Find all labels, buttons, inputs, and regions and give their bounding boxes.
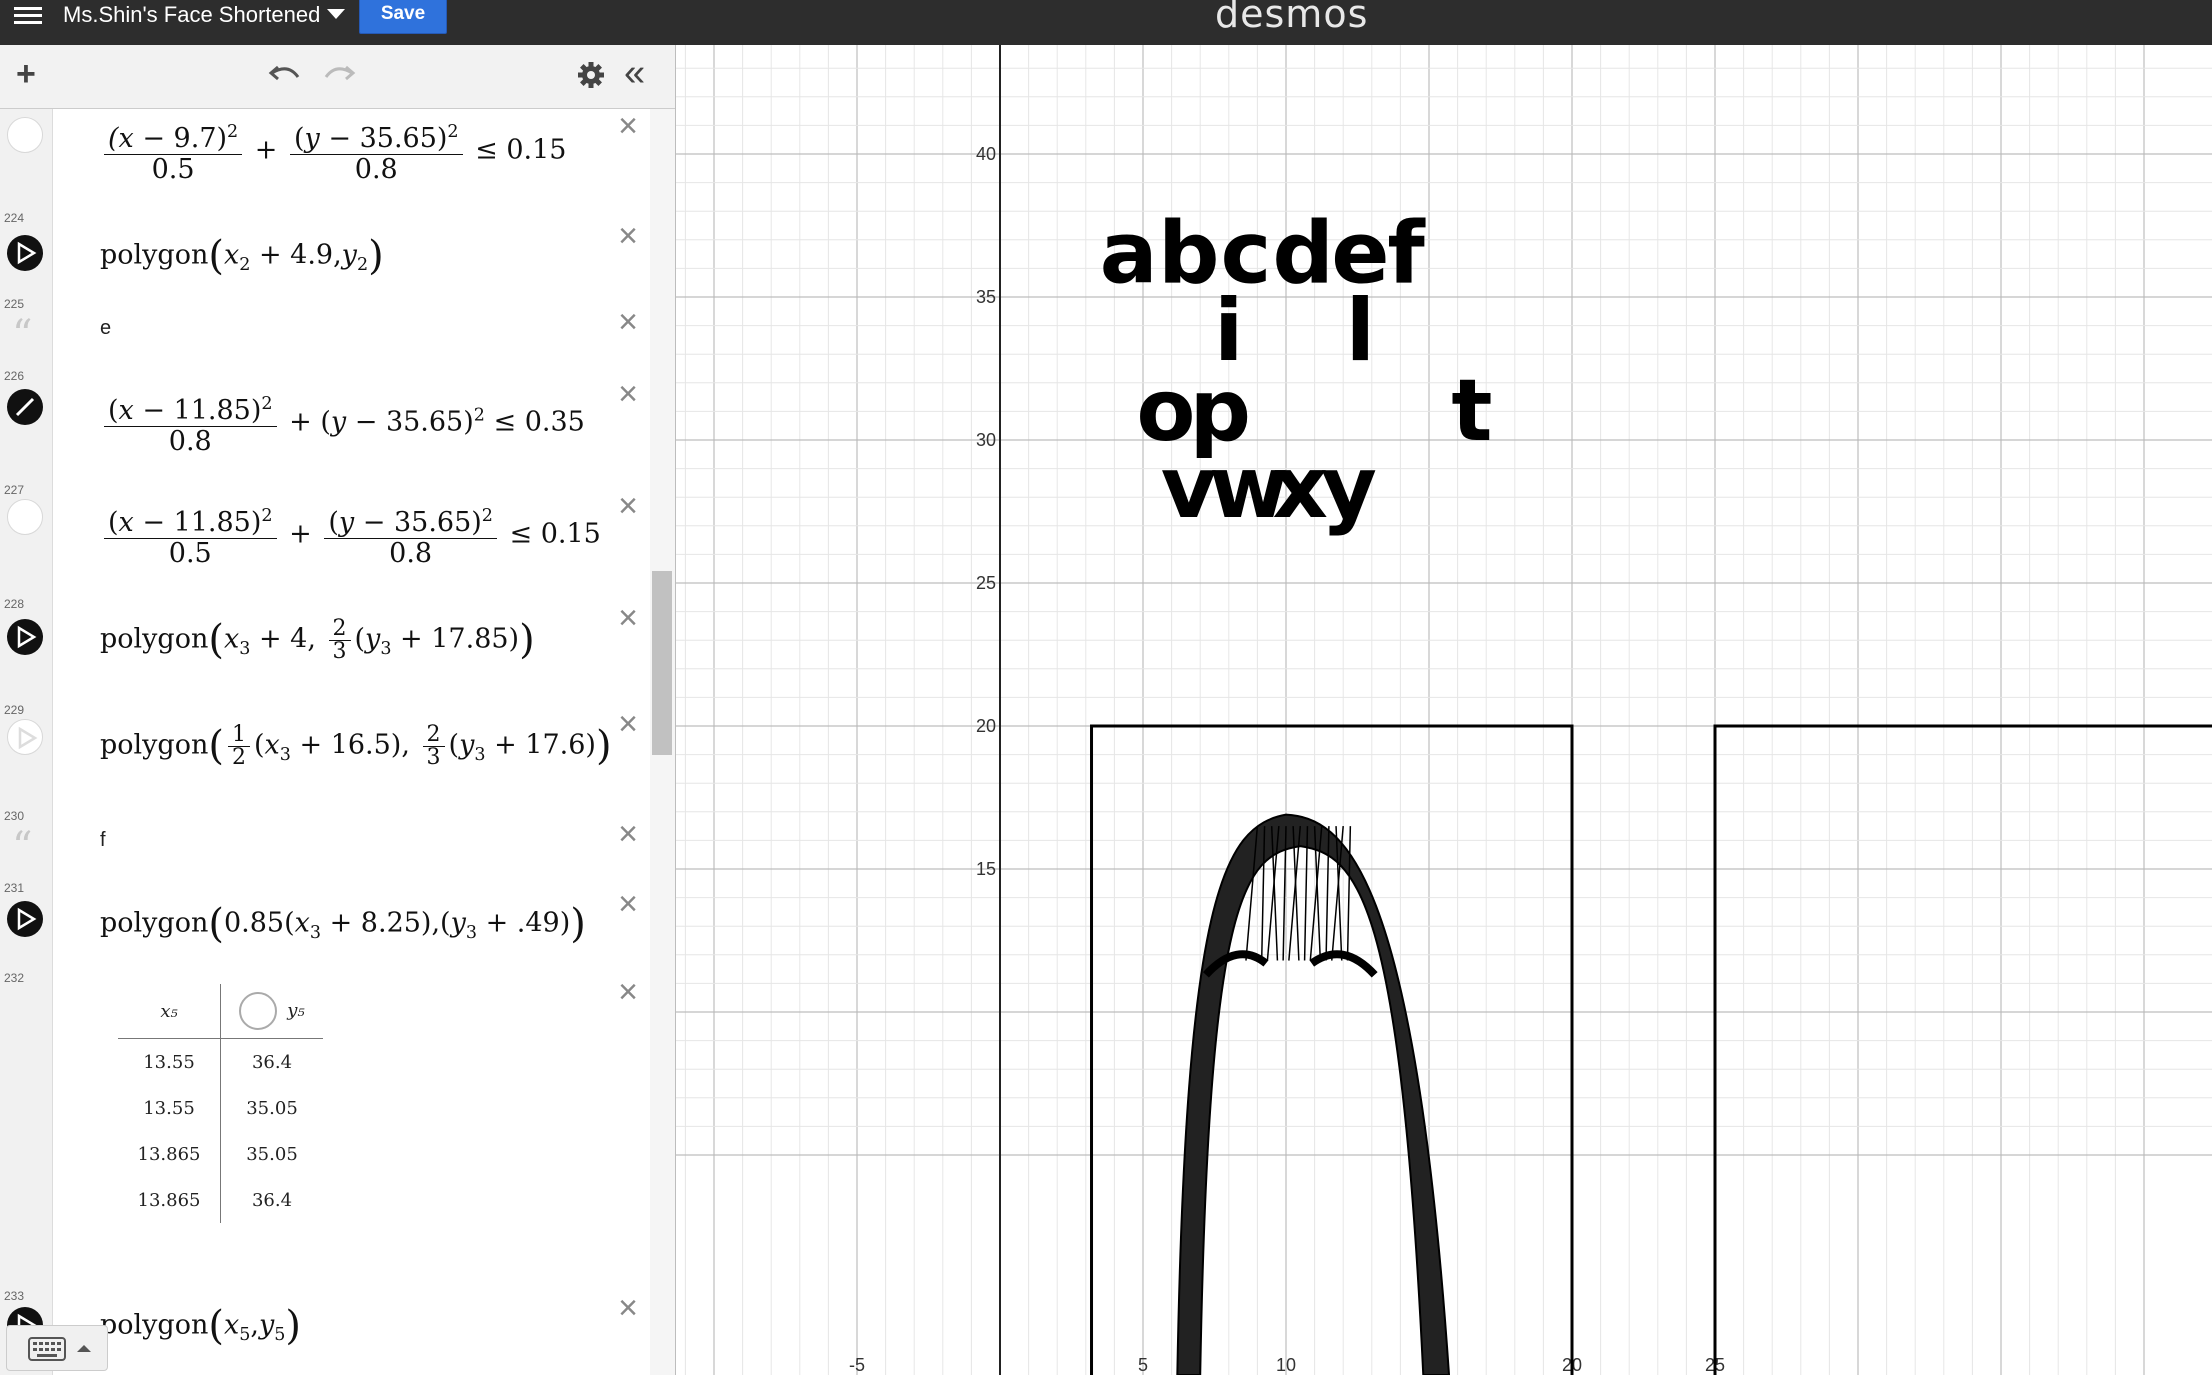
expression-toolbar: + « <box>0 45 675 109</box>
close-icon[interactable]: × <box>618 601 638 635</box>
letter-glyph: y <box>1321 438 1377 538</box>
close-icon[interactable]: × <box>618 887 638 921</box>
table-row[interactable]: 232 x₅ y₅ 13.55 36.4 13.55 35.05 13.865 35.… <box>0 969 650 1288</box>
letter-glyph: f <box>1387 204 1426 304</box>
expression-math[interactable]: polygon(x2 + 4.9,y2) <box>100 233 384 279</box>
letter-glyph: d <box>1272 204 1334 304</box>
graph-canvas[interactable]: 40 35 30 25 20 15 -5 5 10 20 25 a b c d e f i l o p t v w x y <box>676 45 2212 1375</box>
y-tick-label: 15 <box>976 859 996 879</box>
letter-glyph: b <box>1158 204 1220 304</box>
expression-math[interactable]: polygon(x3 + 4, 2 3 (y3 + 17.85)) <box>100 617 535 663</box>
polygon-style-icon[interactable] <box>7 901 43 937</box>
expression-math[interactable]: polygon(0.85(x3 + 8.25),(y3 + .49)) <box>100 901 586 947</box>
graph-svg: 403530252015-5 5 10 20 25a b c defi lop tvwxy <box>676 45 2212 1375</box>
collapse-panel-icon[interactable]: « <box>624 54 645 92</box>
table-cell[interactable]: 35.05 <box>221 1085 324 1131</box>
table-cell[interactable]: 36.4 <box>221 1177 324 1223</box>
close-icon[interactable]: × <box>618 489 638 523</box>
x-tick-label: 10 <box>1276 1355 1296 1375</box>
expression-panel: + « (x − 9.7)2 0.5 + (y − 35.65)2 0.8 ≤ 0.… <box>0 45 676 1375</box>
keyboard-icon <box>28 1337 91 1361</box>
chevron-down-icon[interactable] <box>327 9 345 19</box>
ellipse-style-icon[interactable] <box>7 389 43 425</box>
y-tick-label: 30 <box>976 430 996 450</box>
x-tick-label: -5 <box>849 1355 865 1375</box>
letter-glyph: t <box>1451 361 1492 461</box>
y-tick-label: 25 <box>976 573 996 593</box>
table-cell[interactable]: 13.55 <box>118 1085 221 1131</box>
gear-icon[interactable] <box>577 61 605 95</box>
table-cell[interactable]: 36.4 <box>221 1039 324 1086</box>
expression-row[interactable]: 229 polygon(1 2 (x3 + 16.5), 2 3 (y3 + 17.6)… <box>0 701 650 808</box>
close-icon[interactable]: × <box>618 109 638 143</box>
table-cell[interactable]: 13.55 <box>118 1038 221 1085</box>
scrollbar-thumb[interactable] <box>652 571 672 755</box>
menu-icon[interactable] <box>14 3 42 27</box>
point-style-icon[interactable] <box>239 992 278 1030</box>
letter-glyph: x <box>1273 438 1328 538</box>
expression-list: (x − 9.7)2 0.5 + (y − 35.65)2 0.8 ≤ 0.15 ×… <box>0 109 650 1375</box>
table-header-y5[interactable]: y₅ <box>220 984 323 1039</box>
quote-icon: “ <box>12 824 33 870</box>
graph-title[interactable]: Ms.Shin's Face Shortened <box>63 1 320 29</box>
expression-math[interactable]: polygon(1 2 (x3 + 16.5), 2 3 (y3 + 17.6)) <box>100 723 612 769</box>
top-bar: Ms.Shin's Face Shortened Save desmos <box>0 0 2212 45</box>
table-header-x5[interactable]: x₅ <box>118 984 221 1039</box>
close-icon[interactable]: × <box>618 817 638 851</box>
close-icon[interactable]: × <box>618 305 638 339</box>
frame-rectangle <box>1713 724 2212 1375</box>
y-tick-label: 40 <box>976 144 996 164</box>
hidden-style-icon[interactable] <box>7 499 43 535</box>
expression-math[interactable]: (x − 11.85)2 0.5 + (y − 35.65)2 0.8 ≤ 0.15 <box>100 501 601 569</box>
expression-row[interactable]: (x − 9.7)2 0.5 + (y − 35.65)2 0.8 ≤ 0.15 × <box>0 109 650 210</box>
keyboard-toggle-button[interactable] <box>6 1325 108 1371</box>
note-row[interactable]: 230 “ f × <box>0 807 650 880</box>
undo-icon[interactable] <box>268 59 302 95</box>
hair-shape <box>1176 813 1451 1375</box>
frame-rectangle <box>1090 724 1574 1375</box>
table-cell[interactable]: 13.865 <box>118 1177 221 1223</box>
close-icon[interactable]: × <box>618 707 638 741</box>
polygon-style-icon[interactable] <box>7 235 43 271</box>
expression-row[interactable]: 228 polygon(x3 + 4, 2 3 (y3 + 17.85)) × <box>0 595 650 702</box>
x-tick-label: 5 <box>1138 1355 1148 1375</box>
quote-icon: “ <box>12 312 33 358</box>
desmos-logo: desmos <box>1215 0 1369 36</box>
data-table[interactable]: x₅ y₅ 13.55 36.4 13.55 35.05 13.865 35.05 1… <box>118 984 323 1223</box>
expression-row[interactable]: 224 polygon(x2 + 4.9,y2) × <box>0 209 650 296</box>
expression-row[interactable]: 226 (x − 11.85)2 0.8 + (y − 35.65)2 ≤ 0.3… <box>0 367 650 482</box>
y-tick-label: 35 <box>976 287 996 307</box>
expression-row[interactable]: 227 (x − 11.85)2 0.5 + (y − 35.65)2 0.8 ≤ … <box>0 481 650 596</box>
hair-strand <box>1346 826 1352 961</box>
letter-glyph: l <box>1346 281 1375 381</box>
expression-math[interactable]: (x − 11.85)2 0.8 + (y − 35.65)2 ≤ 0.35 <box>100 389 585 457</box>
polygon-style-icon[interactable] <box>7 719 43 755</box>
table-cell[interactable]: 13.865 <box>118 1131 221 1177</box>
close-icon[interactable]: × <box>618 219 638 253</box>
close-icon[interactable]: × <box>618 1291 638 1325</box>
add-item-icon[interactable]: + <box>16 57 36 91</box>
letter-glyph: a <box>1100 204 1158 304</box>
polygon-style-icon[interactable] <box>7 619 43 655</box>
expression-math[interactable]: polygon(x5,y5) <box>100 1303 301 1349</box>
close-icon[interactable]: × <box>618 377 638 411</box>
y-tick-label: 20 <box>976 716 996 736</box>
expression-row[interactable]: 231 polygon(0.85(x3 + 8.25),(y3 + .49)) … <box>0 879 650 970</box>
table-cell[interactable]: 35.05 <box>221 1131 324 1177</box>
save-button[interactable]: Save <box>359 0 447 34</box>
close-icon[interactable]: × <box>618 975 638 1009</box>
redo-icon[interactable] <box>322 59 356 95</box>
note-row[interactable]: 225 “ e × <box>0 295 650 368</box>
